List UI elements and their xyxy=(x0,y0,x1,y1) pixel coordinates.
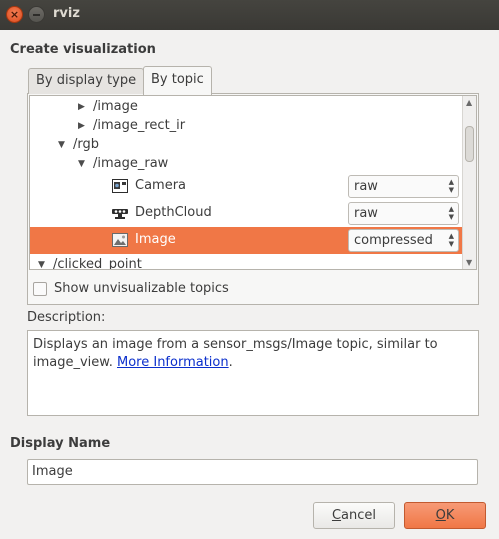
description-trailing: . xyxy=(228,355,233,370)
tab-by-display-type[interactable]: By display type xyxy=(28,68,145,94)
description-text: Displays an image from a sensor_msgs/Ima… xyxy=(33,337,438,370)
collapse-arrow-icon[interactable]: ▼ xyxy=(78,159,85,169)
tree-row-label: DepthCloud xyxy=(135,205,212,220)
display-name-input[interactable]: Image xyxy=(27,459,478,485)
combo-value: compressed xyxy=(354,233,433,248)
tree-row-label: Image xyxy=(135,232,176,247)
ok-button[interactable]: OK xyxy=(404,502,486,529)
description-label: Description: xyxy=(27,310,106,325)
image-display-icon xyxy=(112,233,128,247)
tree-scrollbar[interactable]: ▲ ▼ xyxy=(462,96,476,269)
combo-value: raw xyxy=(354,206,378,221)
scroll-down-icon[interactable]: ▼ xyxy=(466,258,472,267)
more-information-link[interactable]: More Information xyxy=(117,355,229,370)
cancel-button[interactable]: Cancel xyxy=(313,502,395,529)
tree-row-clicked-point[interactable]: ▼ /clicked_point xyxy=(30,252,464,270)
close-icon: × xyxy=(9,8,20,21)
transport-combo-image[interactable]: compressed ▲ ▼ xyxy=(348,229,459,252)
tree-row-depthcloud[interactable]: DepthCloud raw ▲ ▼ xyxy=(30,200,464,227)
transport-combo-depthcloud[interactable]: raw ▲ ▼ xyxy=(348,202,459,225)
tab-by-topic[interactable]: By topic xyxy=(143,66,212,95)
display-name-heading: Display Name xyxy=(10,436,111,451)
collapse-arrow-icon[interactable]: ▼ xyxy=(38,260,45,269)
scroll-up-icon[interactable]: ▲ xyxy=(466,98,472,107)
tree-row-camera[interactable]: Camera raw ▲ ▼ xyxy=(30,173,464,200)
create-visualization-heading: Create visualization xyxy=(10,42,156,57)
camera-display-icon xyxy=(112,179,128,193)
show-unvisualizable-label[interactable]: Show unvisualizable topics xyxy=(54,281,229,296)
ok-mnemonic: O xyxy=(435,508,446,523)
minimize-window-button[interactable] xyxy=(28,6,45,23)
title-bar: × rviz xyxy=(0,0,499,30)
window-title: rviz xyxy=(53,6,80,21)
tree-row-label: /image_rect_ir xyxy=(93,118,186,133)
close-window-button[interactable]: × xyxy=(6,6,23,23)
expand-arrow-icon[interactable]: ▶ xyxy=(78,102,85,112)
tree-row-label: /clicked_point xyxy=(53,257,142,270)
show-unvisualizable-checkbox[interactable] xyxy=(33,282,47,296)
combo-arrows-icon: ▲ ▼ xyxy=(448,205,454,221)
description-box: Displays an image from a sensor_msgs/Ima… xyxy=(27,330,479,416)
cancel-label-rest: ancel xyxy=(341,508,377,523)
ok-label-rest: K xyxy=(445,508,455,523)
cancel-mnemonic: C xyxy=(331,508,342,523)
transport-combo-camera[interactable]: raw ▲ ▼ xyxy=(348,175,459,198)
depthcloud-icon xyxy=(112,209,128,219)
tree-row-label: /image_raw xyxy=(93,156,169,171)
tree-row-label: /rgb xyxy=(73,137,99,152)
combo-value: raw xyxy=(354,179,378,194)
combo-arrows-icon: ▲ ▼ xyxy=(448,232,454,248)
combo-arrows-icon: ▲ ▼ xyxy=(448,178,454,194)
scrollbar-thumb[interactable] xyxy=(465,126,474,162)
topic-tree[interactable]: ▶ /image ▶ /image_rect_ir ▼ /rgb ▼ /imag… xyxy=(29,95,477,270)
tree-row-image-display[interactable]: Image compressed ▲ ▼ xyxy=(30,227,464,254)
expand-arrow-icon[interactable]: ▶ xyxy=(78,121,85,131)
collapse-arrow-icon[interactable]: ▼ xyxy=(58,140,65,150)
tree-row-label: /image xyxy=(93,99,138,114)
tree-row-label: Camera xyxy=(135,178,187,193)
